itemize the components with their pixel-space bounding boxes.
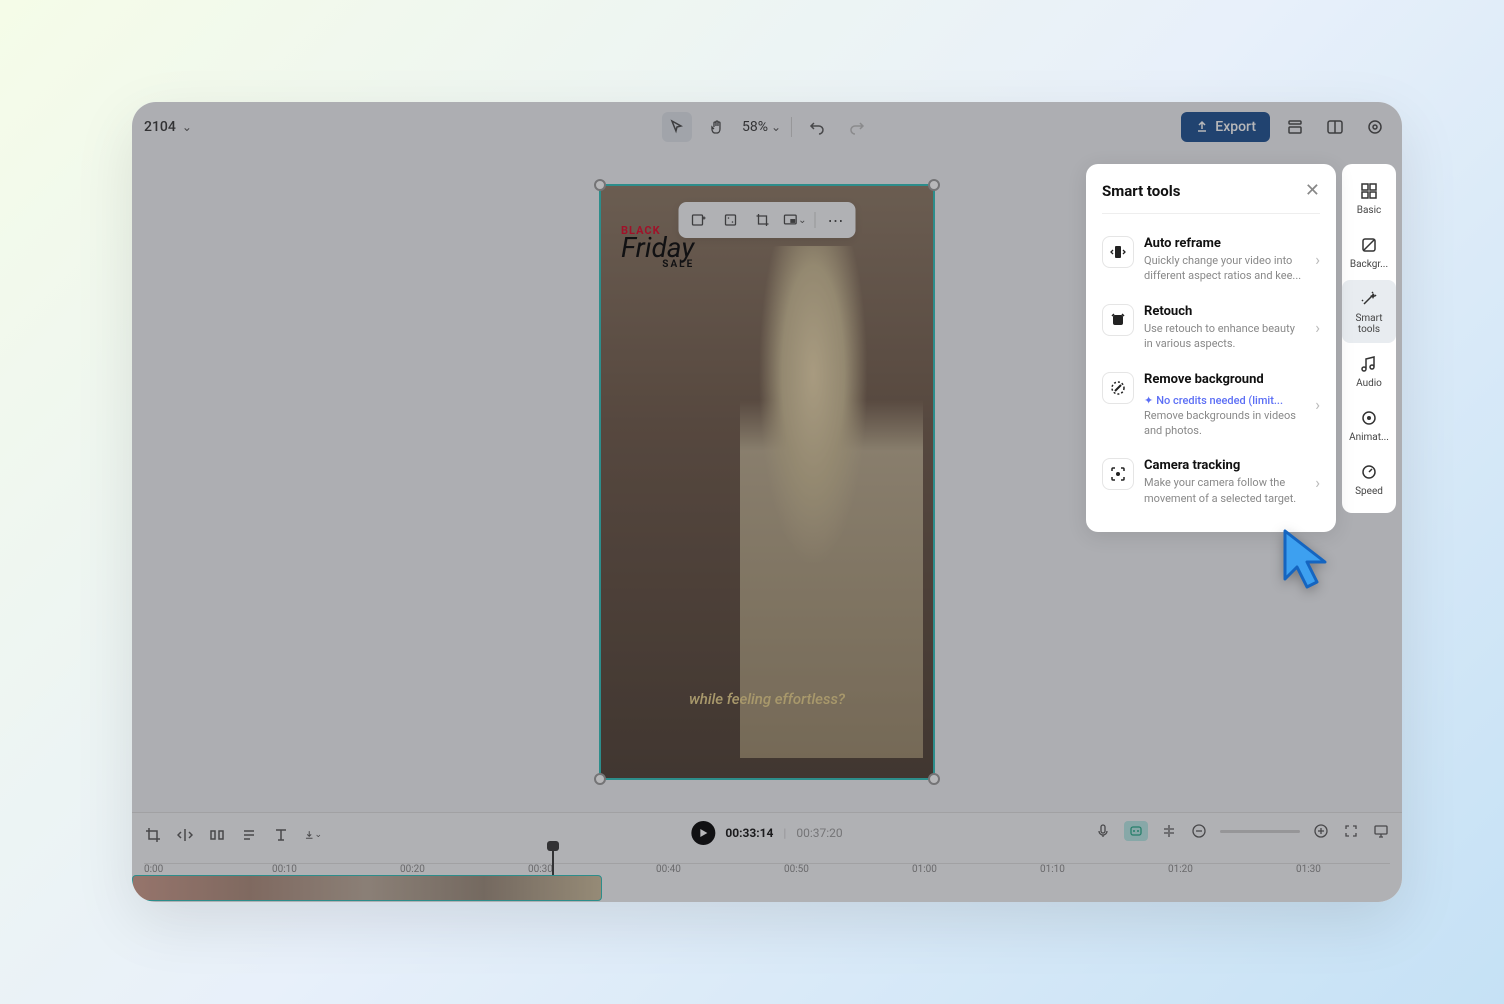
align-icon[interactable] [1160, 822, 1178, 840]
undo-button[interactable] [802, 112, 832, 142]
download-icon[interactable]: ⌄ [304, 826, 322, 844]
crop-tool-icon[interactable] [144, 826, 162, 844]
settings-icon[interactable] [1360, 112, 1390, 142]
gauge-icon [1358, 461, 1380, 483]
panel-title: Smart tools [1102, 182, 1180, 200]
video-frame[interactable]: ⌄ ⋯ BLACK Friday SALE while feeling effo… [599, 184, 935, 780]
sidebar-item-background[interactable]: Backgr... [1342, 226, 1396, 278]
upload-icon [1195, 120, 1209, 134]
more-icon[interactable]: ⋯ [824, 208, 848, 232]
ai-badge-icon[interactable] [1124, 821, 1148, 841]
zoom-out-icon[interactable] [1190, 822, 1208, 840]
crop-icon[interactable] [751, 208, 775, 232]
credits-badge: ✦ No credits needed (limit... [1144, 394, 1283, 407]
zoom-in-icon[interactable] [1312, 822, 1330, 840]
tool-camera-tracking[interactable]: Camera tracking Make your camera follow … [1102, 448, 1320, 516]
resize-handle[interactable] [928, 773, 940, 785]
list-icon[interactable] [240, 826, 258, 844]
monitor-icon[interactable] [1372, 822, 1390, 840]
circle-icon [1358, 407, 1380, 429]
zoom-slider[interactable] [1220, 830, 1300, 833]
sidebar-item-basic[interactable]: Basic [1342, 172, 1396, 224]
floating-toolbar: ⌄ ⋯ [679, 202, 856, 238]
tutorial-cursor-icon [1277, 527, 1337, 599]
chevron-right-icon: › [1315, 473, 1320, 492]
tool-retouch[interactable]: Retouch Use retouch to enhance beauty in… [1102, 294, 1320, 362]
sidebar-item-speed[interactable]: Speed [1342, 453, 1396, 505]
top-toolbar: 2104 ⌄ 58%⌄ Export [132, 102, 1402, 152]
chevron-right-icon: › [1315, 318, 1320, 337]
video-clip[interactable] [132, 875, 602, 901]
fullscreen-icon[interactable] [1342, 822, 1360, 840]
sidebar-item-audio[interactable]: Audio [1342, 345, 1396, 397]
chevron-right-icon: › [1315, 395, 1320, 414]
mic-icon[interactable] [1094, 822, 1112, 840]
total-time: 00:37:20 [796, 826, 842, 840]
flip-icon[interactable] [176, 826, 194, 844]
split-view-icon[interactable] [1320, 112, 1350, 142]
text-icon[interactable] [272, 826, 290, 844]
retouch-icon [1102, 304, 1134, 336]
layers-icon[interactable] [1280, 112, 1310, 142]
resize-handle[interactable] [928, 179, 940, 191]
chevron-down-icon[interactable]: ⌄ [182, 120, 192, 134]
cursor-tool-button[interactable] [662, 112, 692, 142]
play-button[interactable] [691, 821, 715, 845]
hand-tool-button[interactable] [702, 112, 732, 142]
sidebar-item-animation[interactable]: Animat... [1342, 399, 1396, 451]
export-button[interactable]: Export [1181, 112, 1270, 142]
resize-handle[interactable] [594, 773, 606, 785]
grid-icon [1358, 180, 1380, 202]
current-time: 00:33:14 [725, 826, 773, 840]
caption-text: while feeling effortless? [601, 690, 933, 708]
music-icon [1358, 353, 1380, 375]
wand-icon [1358, 288, 1380, 310]
resize-handle[interactable] [594, 179, 606, 191]
timeline: ⌄ 00:33:14 | 00:37:20 0:0000:1000:2000:3… [132, 812, 1402, 902]
zoom-dropdown[interactable]: 58%⌄ [742, 119, 781, 135]
close-icon[interactable]: ✕ [1305, 180, 1320, 201]
tool-remove-background[interactable]: Remove background ✦ No credits needed (l… [1102, 362, 1320, 449]
redo-button [842, 112, 872, 142]
tracking-icon [1102, 458, 1134, 490]
project-id: 2104 [144, 119, 176, 135]
reframe-icon [1102, 236, 1134, 268]
right-sidebar: Basic Backgr... Smart tools Audio Animat… [1342, 164, 1396, 513]
overlay-badge: BLACK Friday SALE [621, 224, 694, 270]
chevron-right-icon: › [1315, 250, 1320, 269]
tool-auto-reframe[interactable]: Auto reframe Quickly change your video i… [1102, 226, 1320, 294]
pip-icon[interactable]: ⌄ [783, 208, 807, 232]
eraser-icon [1102, 372, 1134, 404]
aspect-icon[interactable] [719, 208, 743, 232]
diagonal-icon [1358, 234, 1380, 256]
split-icon[interactable] [208, 826, 226, 844]
smart-tools-panel: Smart tools ✕ Auto reframe Quickly chang… [1086, 164, 1336, 532]
sidebar-item-smart-tools[interactable]: Smart tools [1342, 280, 1396, 343]
